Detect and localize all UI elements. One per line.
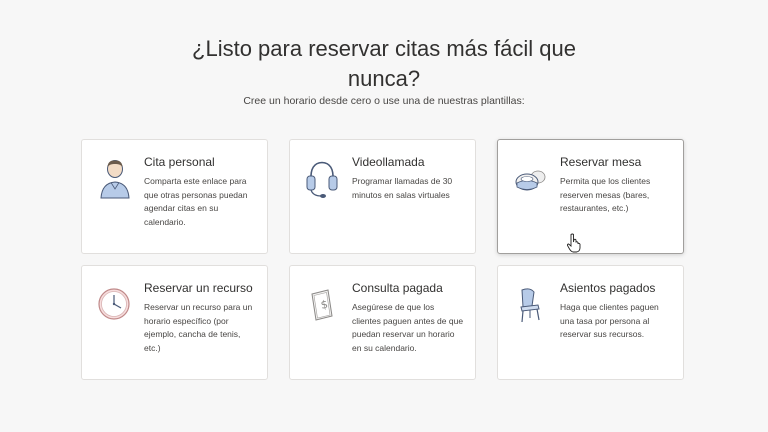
- card-description: Programar llamadas de 30 minutos en sala…: [352, 176, 453, 200]
- page-title-line2: nunca?: [347, 66, 421, 91]
- card-title: Asientos pagados: [560, 281, 656, 295]
- template-card-cita-personal[interactable]: Cita personal Comparta este enlace para …: [81, 139, 268, 254]
- hand-pointer-cursor-icon: [566, 233, 582, 253]
- card-description: Asegúrese de que los clientes paguen ant…: [352, 302, 464, 353]
- payment-receipt-icon: $: [304, 282, 340, 326]
- person-icon: [96, 156, 132, 200]
- card-title: Cita personal: [144, 155, 215, 169]
- page-title-line1: ¿Listo para reservar citas más fácil que: [192, 36, 576, 61]
- dining-table-icon: [512, 156, 548, 200]
- card-title: Videollamada: [352, 155, 425, 169]
- template-card-consulta-pagada[interactable]: $ Consulta pagada Asegúrese de que los c…: [289, 265, 476, 380]
- clock-icon: [96, 282, 132, 326]
- template-card-asientos-pagados[interactable]: Asientos pagados Haga que clientes pague…: [497, 265, 684, 380]
- card-title: Consulta pagada: [352, 281, 443, 295]
- card-title: Reservar un recurso: [144, 281, 253, 295]
- template-picker-page: ¿Listo para reservar citas más fácil que…: [0, 0, 768, 432]
- chair-icon: [512, 282, 548, 326]
- template-card-reservar-recurso[interactable]: Reservar un recurso Reservar un recurso …: [81, 265, 268, 380]
- page-title: ¿Listo para reservar citas más fácil que…: [0, 34, 768, 94]
- card-description: Haga que clientes paguen una tasa por pe…: [560, 302, 659, 339]
- template-grid: Cita personal Comparta este enlace para …: [81, 139, 685, 380]
- card-description: Comparta este enlace para que otras pers…: [144, 176, 248, 227]
- headset-icon: [304, 156, 340, 200]
- template-card-reservar-mesa[interactable]: Reservar mesa Permita que los clientes r…: [497, 139, 684, 254]
- card-description: Reservar un recurso para un horario espe…: [144, 302, 253, 353]
- template-card-videollamada[interactable]: Videollamada Programar llamadas de 30 mi…: [289, 139, 476, 254]
- card-description: Permita que los clientes reserven mesas …: [560, 176, 651, 213]
- card-title: Reservar mesa: [560, 155, 642, 169]
- page-subtitle: Cree un horario desde cero o use una de …: [243, 95, 525, 107]
